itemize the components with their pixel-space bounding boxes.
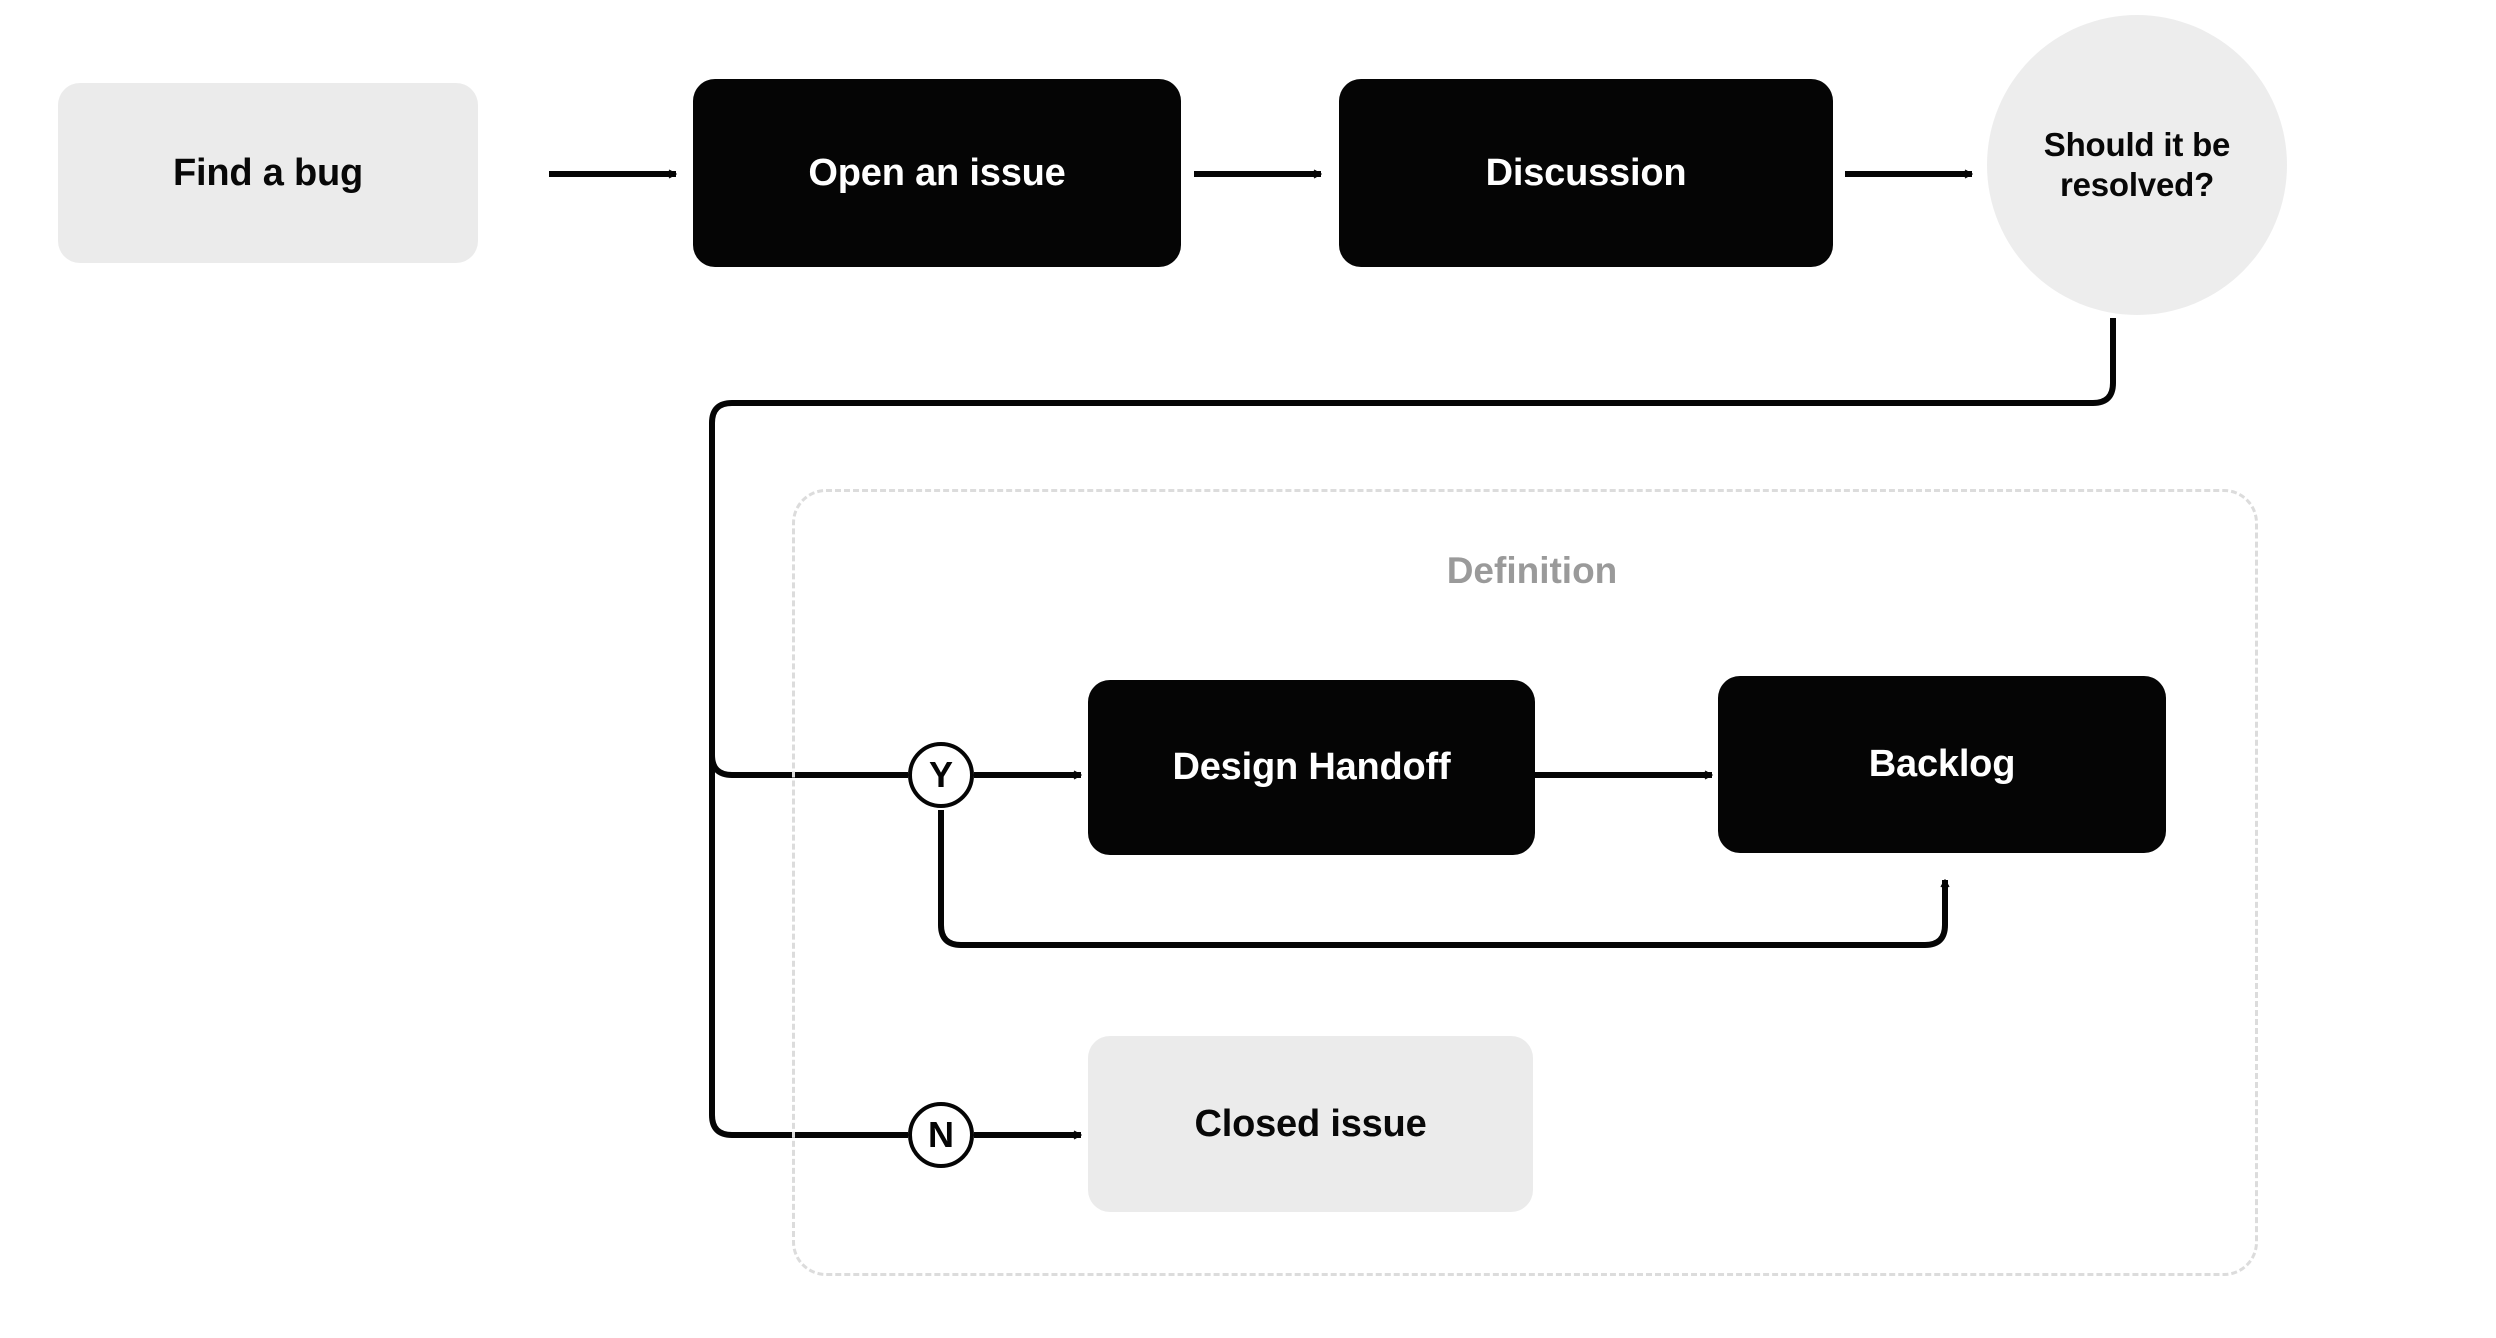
- node-open-an-issue-label: Open an issue: [808, 151, 1066, 194]
- node-backlog-label: Backlog: [1868, 743, 2016, 786]
- node-should-it-be-resolved[interactable]: Should it be resolved?: [1987, 15, 2287, 315]
- branch-label-yes-text: Y: [928, 754, 953, 795]
- node-open-an-issue[interactable]: Open an issue: [693, 79, 1181, 267]
- node-discussion[interactable]: Discussion: [1339, 79, 1833, 267]
- node-backlog[interactable]: Backlog: [1718, 676, 2166, 853]
- flowchart-canvas: Definition Find a bug Open an issue Disc…: [0, 0, 2496, 1338]
- branch-label-yes[interactable]: Y: [908, 742, 974, 808]
- node-design-handoff-label: Design Handoff: [1172, 746, 1451, 789]
- group-definition-title: Definition: [1446, 550, 1618, 591]
- node-design-handoff[interactable]: Design Handoff: [1088, 680, 1535, 855]
- branch-label-no-text: N: [928, 1114, 954, 1155]
- node-closed-issue[interactable]: Closed issue: [1088, 1036, 1533, 1212]
- node-closed-issue-label: Closed issue: [1194, 1102, 1427, 1145]
- node-decision-label-line2: resolved?: [2059, 166, 2215, 203]
- node-find-a-bug-label: Find a bug: [172, 151, 364, 194]
- node-should-it-be-resolved-label: Should it be resolved?: [2043, 125, 2231, 206]
- node-find-a-bug[interactable]: Find a bug: [58, 83, 478, 263]
- node-decision-label-line1: Should it be: [2043, 125, 2231, 163]
- node-discussion-label: Discussion: [1485, 151, 1687, 194]
- branch-label-no[interactable]: N: [908, 1102, 974, 1168]
